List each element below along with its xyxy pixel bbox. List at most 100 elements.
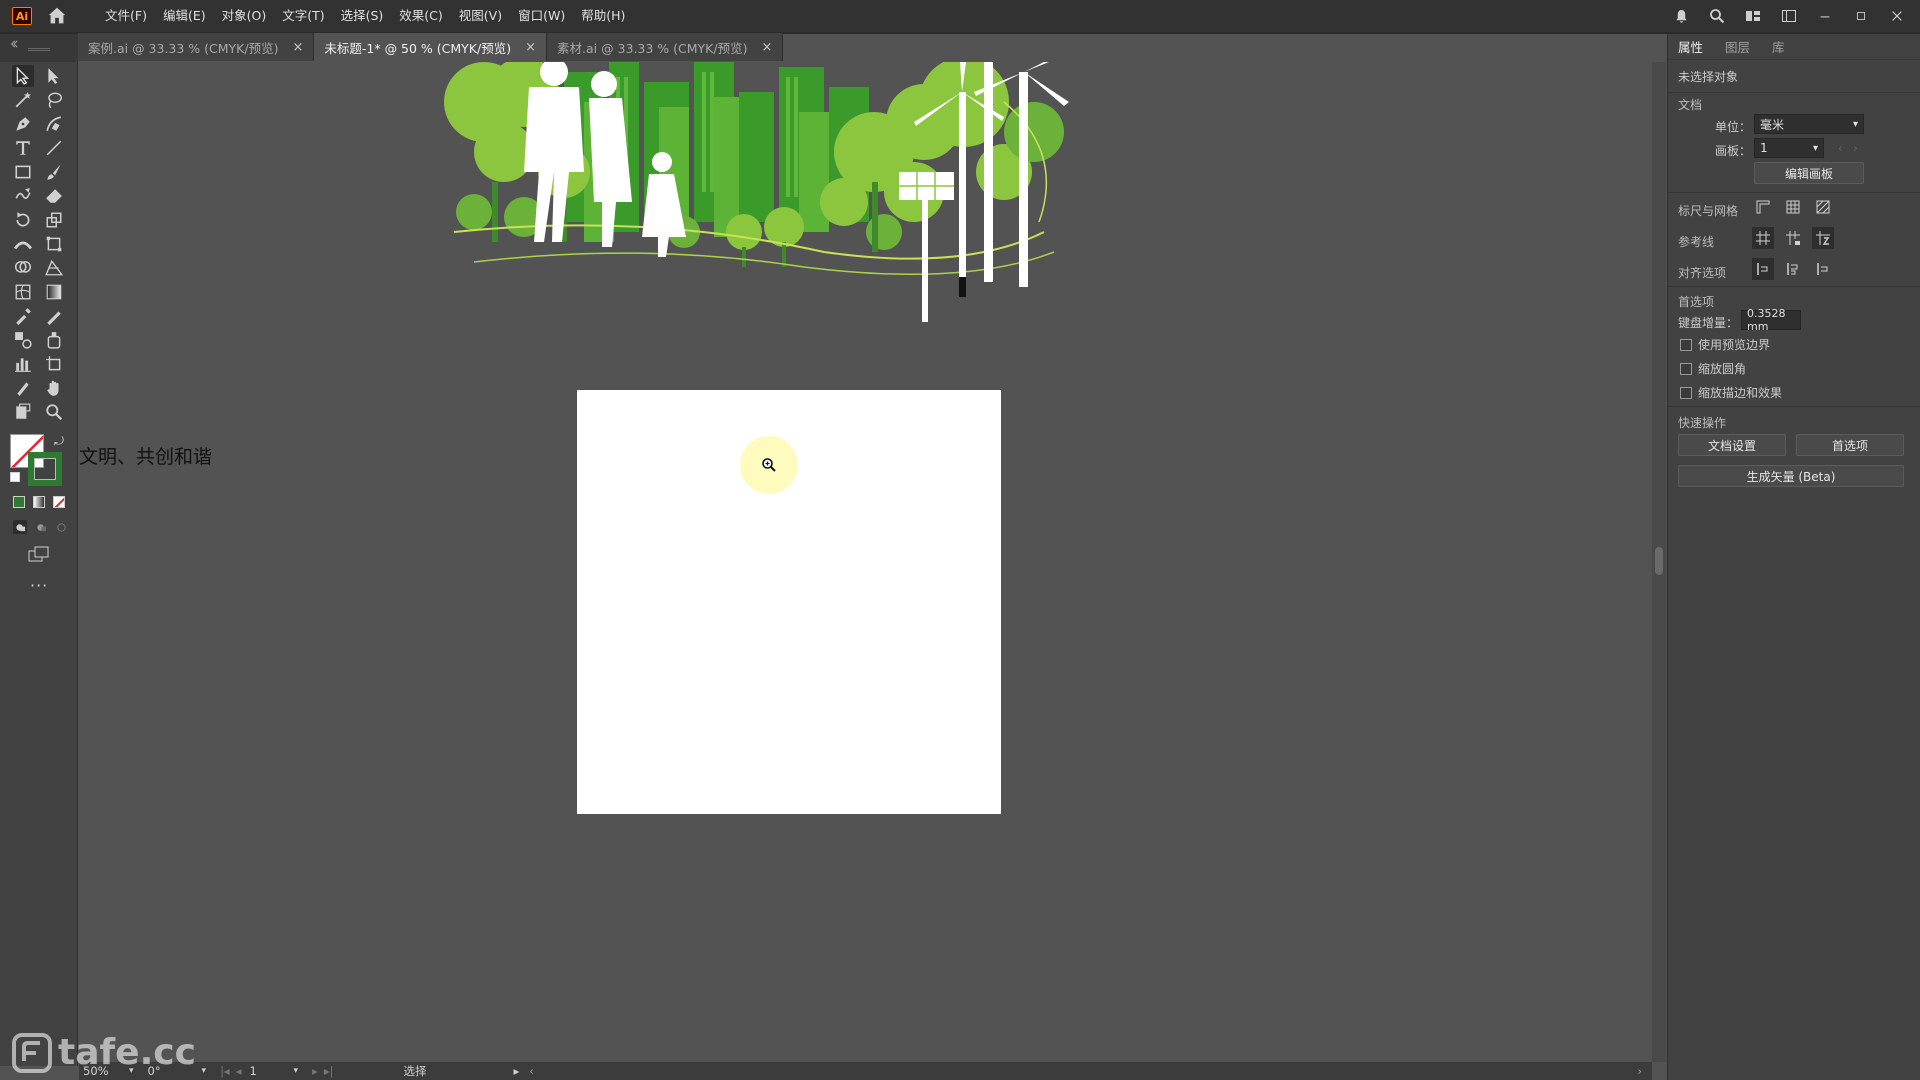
tab-libraries[interactable]: 库 — [1772, 37, 1785, 56]
grid-icon[interactable] — [1782, 196, 1804, 218]
preferences-button[interactable]: 首选项 — [1796, 434, 1904, 456]
menu-edit[interactable]: 编辑(E) — [156, 0, 213, 32]
scroll-right-icon[interactable]: › — [1637, 1064, 1642, 1078]
unit-select[interactable]: 毫米 ▾ — [1754, 114, 1864, 134]
document-setup-button[interactable]: 文档设置 — [1678, 434, 1786, 456]
hand-tool-icon[interactable] — [43, 377, 65, 399]
artboard-select[interactable]: 1 ▾ — [1754, 138, 1824, 158]
minimize-icon[interactable] — [1816, 7, 1834, 25]
transparency-grid-icon[interactable] — [1812, 196, 1834, 218]
eyedropper-tool-icon[interactable] — [12, 305, 34, 327]
curvature-tool-icon[interactable] — [43, 113, 65, 135]
vertical-scrollbar[interactable] — [1652, 62, 1666, 1062]
eco-city-illustration[interactable] — [444, 62, 1204, 322]
shape-builder-tool-icon[interactable] — [12, 257, 34, 279]
artboard-tool-icon[interactable] — [43, 353, 65, 375]
menu-file[interactable]: 文件(F) — [98, 0, 154, 32]
workspace-switcher-icon[interactable] — [1780, 7, 1798, 25]
magic-wand-tool-icon[interactable] — [12, 89, 34, 111]
status-menu-icon[interactable]: ▸ — [513, 1064, 519, 1078]
slice-tool-icon[interactable] — [12, 377, 34, 399]
next-artboard-icon[interactable]: › — [1853, 141, 1858, 155]
stroke-swatch[interactable] — [28, 452, 62, 486]
draw-normal-icon[interactable] — [13, 520, 27, 534]
menu-select[interactable]: 选择(S) — [334, 0, 391, 32]
use-preview-bounds-checkbox[interactable]: 使用预览边界 — [1680, 336, 1770, 353]
draw-behind-icon[interactable] — [34, 520, 48, 534]
close-tab-icon[interactable]: × — [292, 40, 303, 55]
first-artboard-icon[interactable]: |◂ — [220, 1064, 230, 1078]
arrange-documents-icon[interactable] — [1744, 7, 1762, 25]
snap-to-point-icon[interactable] — [1752, 258, 1774, 280]
line-segment-tool-icon[interactable] — [43, 137, 65, 159]
width-tool-icon[interactable] — [12, 233, 34, 255]
edit-artboards-button[interactable]: 编辑画板 — [1754, 162, 1864, 184]
swap-fill-stroke-icon[interactable]: ⤾ — [54, 434, 64, 449]
chevron-down-icon[interactable]: ▾ — [202, 1066, 207, 1076]
gradient-mode-icon[interactable] — [33, 496, 45, 508]
search-icon[interactable] — [1708, 7, 1726, 25]
eraser-tool-icon[interactable] — [43, 185, 65, 207]
draw-inside-icon[interactable] — [54, 520, 68, 534]
artboard-number[interactable]: 1 — [250, 1064, 294, 1078]
more-tools-icon[interactable]: ··· — [30, 576, 48, 595]
smart-guides-icon[interactable] — [1812, 227, 1834, 249]
home-icon[interactable] — [46, 5, 68, 27]
default-fill-stroke-icon[interactable] — [10, 472, 20, 482]
collapse-panel-icon[interactable] — [10, 40, 18, 48]
gradient-tool-icon[interactable] — [43, 281, 65, 303]
keyboard-increment-input[interactable]: 0.3528 mm — [1741, 307, 1801, 333]
menu-effect[interactable]: 效果(C) — [392, 0, 449, 32]
scale-corners-checkbox[interactable]: 缩放圆角 — [1680, 360, 1746, 377]
column-graph-tool-icon[interactable] — [12, 353, 34, 375]
bell-icon[interactable] — [1672, 7, 1690, 25]
zoom-tool-icon[interactable] — [43, 401, 65, 423]
close-tab-icon[interactable]: × — [525, 40, 536, 55]
close-window-icon[interactable] — [1888, 7, 1906, 25]
menu-object[interactable]: 对象(O) — [215, 0, 274, 32]
scale-tool-icon[interactable] — [43, 209, 65, 231]
tab-properties[interactable]: 属性 — [1678, 37, 1703, 56]
tab-untitled-1[interactable]: 未标题-1* @ 50 % (CMYK/预览) × — [314, 33, 547, 61]
shaper-tool-icon[interactable] — [12, 185, 34, 207]
menu-view[interactable]: 视图(V) — [452, 0, 509, 32]
snap-to-glyph-icon[interactable] — [1812, 258, 1834, 280]
previous-artboard-icon[interactable]: ◂ — [236, 1064, 242, 1078]
last-artboard-icon[interactable]: ▸| — [324, 1064, 334, 1078]
toolbar-grip[interactable] — [28, 48, 50, 51]
checkbox-box[interactable] — [1680, 362, 1692, 375]
generate-vectors-button[interactable]: 生成矢量 (Beta) — [1678, 465, 1904, 487]
blend-tool-icon[interactable] — [12, 329, 34, 351]
measure-tool-icon[interactable] — [43, 305, 65, 327]
checkbox-box[interactable] — [1680, 338, 1692, 351]
menu-help[interactable]: 帮助(H) — [574, 0, 632, 32]
tab-layers[interactable]: 图层 — [1725, 37, 1750, 56]
mesh-tool-icon[interactable] — [12, 281, 34, 303]
print-tiling-tool-icon[interactable] — [12, 401, 34, 423]
floating-text-fragment[interactable]: 文明、共创和谐 — [79, 442, 212, 469]
scroll-left-icon[interactable]: ‹ — [529, 1064, 534, 1078]
canvas-area[interactable]: 文明、共创和谐 — [79, 62, 1652, 1062]
menu-window[interactable]: 窗口(W) — [511, 0, 572, 32]
close-tab-icon[interactable]: × — [761, 40, 772, 55]
none-mode-icon[interactable] — [53, 496, 65, 508]
selection-tool-icon[interactable] — [12, 65, 34, 87]
lasso-tool-icon[interactable] — [43, 89, 65, 111]
menu-type[interactable]: 文字(T) — [275, 0, 331, 32]
scale-strokes-effects-checkbox[interactable]: 缩放描边和效果 — [1680, 384, 1782, 401]
show-guides-icon[interactable] — [1752, 227, 1774, 249]
next-artboard-icon[interactable]: ▸ — [312, 1064, 318, 1078]
ruler-icon[interactable] — [1752, 196, 1774, 218]
scrollbar-thumb[interactable] — [1655, 547, 1663, 575]
perspective-grid-tool-icon[interactable] — [43, 257, 65, 279]
color-mode-icon[interactable] — [13, 496, 25, 508]
chevron-down-icon[interactable]: ▾ — [294, 1066, 299, 1076]
symbol-sprayer-tool-icon[interactable] — [43, 329, 65, 351]
restore-icon[interactable] — [1852, 7, 1870, 25]
rotate-tool-icon[interactable] — [12, 209, 34, 231]
type-tool-icon[interactable] — [12, 137, 34, 159]
previous-artboard-icon[interactable]: ‹ — [1838, 141, 1843, 155]
tab-material-ai[interactable]: 素材.ai @ 33.33 % (CMYK/预览) × — [547, 33, 784, 61]
checkbox-box[interactable] — [1680, 386, 1692, 399]
lock-guides-icon[interactable] — [1782, 227, 1804, 249]
